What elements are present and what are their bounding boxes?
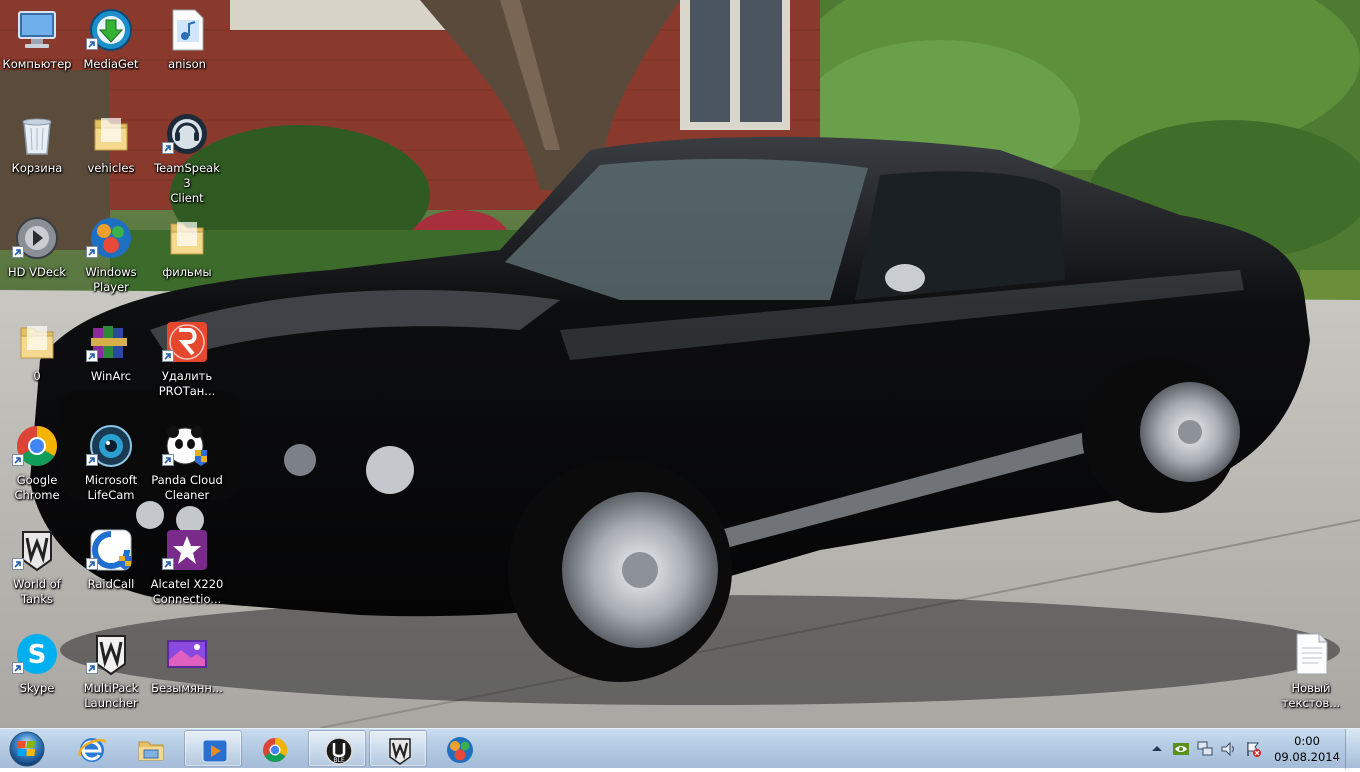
shortcut-arrow-icon	[86, 558, 98, 570]
folder-icon	[20, 326, 54, 359]
shortcut-arrow-icon	[12, 454, 24, 466]
recycle-bin-icon	[22, 118, 52, 155]
text-file-icon	[1296, 633, 1328, 675]
desktop-icon-label: Новый текстов...	[1281, 681, 1341, 710]
svg-text:S: S	[28, 640, 47, 670]
system-tray	[1140, 729, 1270, 769]
desktop-icon-label: anison	[168, 57, 206, 71]
desktop-icon-anison[interactable]: anison	[150, 0, 224, 104]
folder-icon	[94, 118, 128, 151]
shortcut-arrow-icon	[86, 350, 98, 362]
desktop-icon-label: Microsoft LifeCam	[84, 473, 138, 502]
shortcut-arrow-icon	[162, 350, 174, 362]
desktop-icon-компьютер[interactable]: Компьютер	[0, 0, 74, 104]
action-center-icon[interactable]	[1244, 740, 1262, 758]
desktop-icon-world-of-tanks[interactable]: World of Tanks	[0, 520, 74, 624]
desktop-icon-hd-vdeck[interactable]: HD VDeck	[0, 208, 74, 312]
shortcut-arrow-icon	[162, 454, 174, 466]
clock-time: 0:00	[1294, 734, 1320, 748]
svg-text:BLE: BLE	[333, 757, 344, 764]
media-player-icon	[202, 739, 228, 763]
windows-player-icon	[447, 737, 473, 763]
desktop-icon-label: MediaGet	[83, 57, 139, 71]
desktop-icon-teamspeak-3-client[interactable]: TeamSpeak 3 Client	[150, 104, 224, 208]
image-file-icon	[167, 640, 207, 668]
clock[interactable]: 0:00 09.08.2014	[1272, 733, 1342, 765]
shortcut-arrow-icon	[12, 662, 24, 674]
taskbar-button-media-player[interactable]	[184, 730, 242, 767]
desktop-icon-windows-player[interactable]: Windows Player	[74, 208, 148, 312]
taskbar-button-internet-explorer[interactable]	[62, 730, 120, 767]
desktop-icon-google-chrome[interactable]: Google Chrome	[0, 416, 74, 520]
desktop-icon-label: 0	[33, 369, 41, 383]
network-icon[interactable]	[1196, 740, 1214, 758]
desktop-icon-label: Корзина	[11, 161, 63, 175]
ie-icon	[78, 738, 107, 762]
desktop-icon-label: RaidCall	[87, 577, 135, 591]
shortcut-arrow-icon	[86, 662, 98, 674]
explorer-icon	[138, 741, 164, 761]
desktop-icon-безымянн[interactable]: Безымянн...	[150, 624, 224, 728]
shortcut-arrow-icon	[86, 454, 98, 466]
nvidia-icon[interactable]	[1172, 740, 1190, 758]
chrome-icon	[263, 738, 288, 763]
desktop-icon-label: Skype	[19, 681, 55, 695]
desktop-icon-multipack-launcher[interactable]: MultiPack Launcher	[74, 624, 148, 728]
windows-orb-icon	[9, 731, 45, 767]
desktop-icon-winarc[interactable]: WinArc	[74, 312, 148, 416]
desktop-icon-microsoft-lifecam[interactable]: Microsoft LifeCam	[74, 416, 148, 520]
desktop-icon-raidcall[interactable]: RaidCall	[74, 520, 148, 624]
start-button[interactable]	[4, 730, 50, 768]
volume-icon[interactable]	[1220, 740, 1238, 758]
desktop-icon-label: Windows Player	[85, 265, 137, 294]
desktop-icon-label: Alcatel X220 Connectio...	[150, 577, 224, 606]
taskbar: BLE 0:00 09.08.2014	[0, 728, 1360, 769]
taskbar-button-windows-player[interactable]	[430, 730, 488, 767]
desktop-icon-корзина[interactable]: Корзина	[0, 104, 74, 208]
desktop-icon-0[interactable]: 0	[0, 312, 74, 416]
audio-file-icon	[172, 9, 204, 51]
desktop-icon-panda-cloud-cleaner[interactable]: Panda Cloud Cleaner	[150, 416, 224, 520]
computer-icon	[18, 11, 56, 48]
desktop-icon-label: TeamSpeak 3 Client	[154, 161, 220, 205]
shortcut-arrow-icon	[162, 558, 174, 570]
desktop-icon-mediaget[interactable]: MediaGet	[74, 0, 148, 104]
shortcut-arrow-icon	[86, 38, 98, 50]
desktop-icon-label: vehicles	[87, 161, 135, 175]
folder-icon	[170, 222, 204, 255]
desktop-icon-удалить-protан[interactable]: Удалить PROTан...	[150, 312, 224, 416]
desktop-icon-label: World of Tanks	[13, 577, 61, 606]
taskbar-button-windows-explorer[interactable]	[121, 730, 179, 767]
desktop-icon-label: HD VDeck	[8, 265, 66, 279]
taskbar-button-world-of-tanks[interactable]	[369, 730, 427, 767]
shortcut-arrow-icon	[12, 558, 24, 570]
desktop-icon-label: MultiPack Launcher	[83, 681, 139, 710]
desktop-icon-label: Компьютер	[2, 57, 72, 71]
desktop-icon-label: Panda Cloud Cleaner	[151, 473, 223, 502]
desktop-icon-label: Google Chrome	[14, 473, 60, 502]
desktop-icon-label: WinArc	[90, 369, 132, 383]
shortcut-arrow-icon	[86, 246, 98, 258]
clock-date: 09.08.2014	[1274, 750, 1340, 764]
shield-app-icon: BLE	[325, 737, 353, 765]
taskbar-button-google-chrome[interactable]	[245, 730, 303, 767]
desktop-icon-label: Удалить PROTан...	[158, 369, 216, 398]
taskbar-button-ublock-app[interactable]: BLE	[308, 730, 366, 767]
desktop-icon-фильмы[interactable]: фильмы	[150, 208, 224, 312]
desktop-icon-новый-текстов[interactable]: Новый текстов...	[1274, 624, 1348, 728]
desktop-icon-label: Безымянн...	[151, 681, 223, 695]
shortcut-arrow-icon	[12, 246, 24, 258]
desktop-icon-vehicles[interactable]: vehicles	[74, 104, 148, 208]
desktop-icon-label: фильмы	[162, 265, 212, 279]
desktop-icon-alcatel-x220-connectio[interactable]: Alcatel X220 Connectio...	[150, 520, 224, 624]
show-desktop-button[interactable]	[1345, 729, 1360, 769]
show-hidden-icons-icon[interactable]	[1148, 740, 1166, 758]
world-of-tanks-icon	[389, 738, 411, 765]
shortcut-arrow-icon	[162, 142, 174, 154]
desktop-icon-skype[interactable]: S Skype	[0, 624, 74, 728]
